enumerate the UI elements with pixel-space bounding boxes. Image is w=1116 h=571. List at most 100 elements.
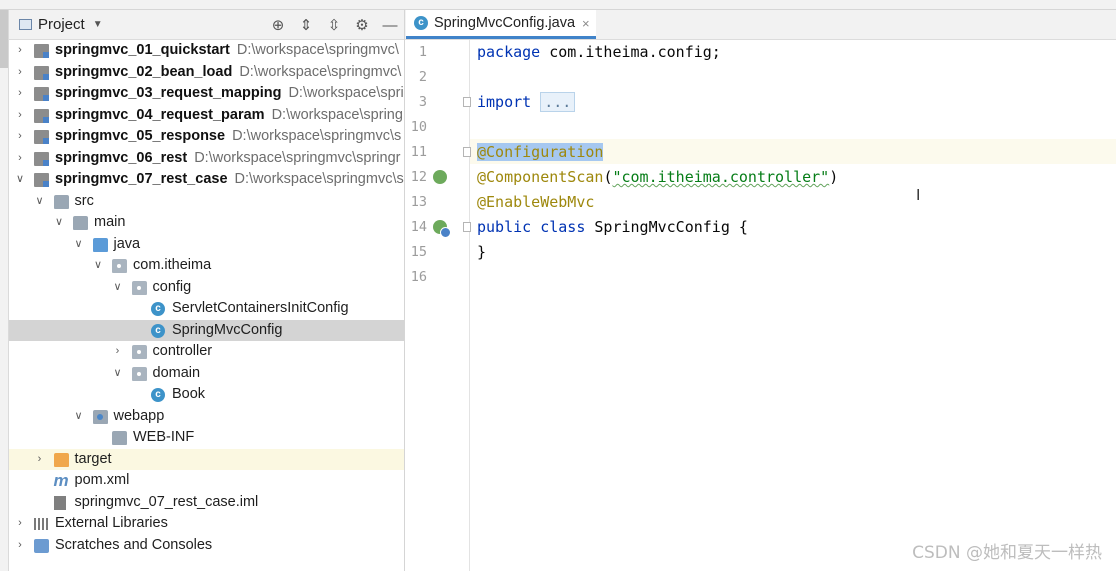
scratches-icon [34, 538, 49, 553]
tree-item-name: java [113, 235, 141, 252]
tree-item[interactable]: › controller [9, 341, 404, 363]
tree-item-label: springmvc_06_rest D:\workspace\springmvc\… [55, 148, 400, 170]
tree-item[interactable]: ∨ webapp [9, 406, 404, 428]
folder-icon [73, 216, 88, 230]
line-number: 15 [410, 244, 427, 260]
project-header-toolbar: ⊕ ⇕ ⇳ ⚙ — [264, 15, 404, 35]
spring-bean-scan-icon[interactable] [433, 170, 447, 184]
tree-item-label: pom.xml [75, 470, 130, 492]
tree-item-label: springmvc_07_rest_case.iml [75, 492, 259, 514]
module-icon [34, 108, 49, 123]
tree-item[interactable]: › springmvc_06_rest D:\workspace\springmvc… [9, 148, 404, 170]
class-declaration: SpringMvcConfig { [585, 218, 748, 236]
tree-item[interactable]: ∨ config [9, 277, 404, 299]
tree-item[interactable]: ∨ main [9, 212, 404, 234]
spring-bean-icon[interactable] [433, 220, 451, 238]
chevron-down-icon[interactable]: ∨ [112, 277, 124, 299]
chevron-down-icon[interactable]: ∨ [92, 255, 104, 277]
module-icon [34, 44, 49, 58]
tree-item-label: springmvc_01_quickstart D:\workspace\spri… [55, 40, 399, 62]
tree-item[interactable]: m pom.xml [9, 470, 404, 492]
fold-marker-icon[interactable] [463, 97, 471, 107]
chevron-down-icon: ▼ [92, 19, 103, 30]
expand-all-icon[interactable]: ⇕ [292, 15, 320, 35]
tree-item[interactable]: c Book [9, 384, 404, 406]
chevron-right-icon[interactable]: › [14, 40, 26, 62]
project-tree: › springmvc_01_quickstart D:\workspace\spr… [9, 40, 404, 556]
chevron-right-icon[interactable]: › [14, 62, 26, 84]
tree-item[interactable]: ∨ src [9, 191, 404, 213]
chevron-down-icon[interactable]: ∨ [53, 212, 65, 234]
tree-item[interactable]: › springmvc_05_response D:\workspace\sprin… [9, 126, 404, 148]
fold-marker-icon[interactable] [463, 222, 471, 232]
tree-item[interactable]: WEB-INF [9, 427, 404, 449]
folded-imports[interactable]: ... [540, 92, 576, 112]
tree-item-label: config [153, 277, 192, 299]
chevron-right-icon[interactable]: › [14, 535, 26, 557]
tree-item-name: springmvc_07_rest_case.iml [74, 493, 259, 510]
closing-brace: } [477, 243, 487, 261]
editor-gutter: 1 2 3 10 11 12 13 14 15 16 [405, 40, 471, 571]
tree-item[interactable]: › External Libraries [9, 513, 404, 535]
tree-item-label: main [94, 212, 125, 234]
tree-item[interactable]: › springmvc_04_request_param D:\workspace\… [9, 105, 404, 127]
tree-item-name: WEB-INF [133, 429, 195, 445]
line-number: 10 [410, 119, 427, 135]
collapse-all-icon[interactable]: ⇳ [320, 15, 348, 35]
tree-item[interactable]: ∨ com.itheima [9, 255, 404, 277]
project-view-icon [19, 19, 32, 30]
locate-icon[interactable]: ⊕ [264, 15, 292, 35]
chevron-down-icon[interactable]: ∨ [112, 363, 124, 385]
keyword: public [477, 218, 532, 236]
chevron-right-icon[interactable]: › [14, 513, 26, 535]
string-literal: "com.itheima.controller" [612, 168, 830, 186]
editor-tab-springmvcconfig[interactable]: c SpringMvcConfig.java × [406, 10, 596, 39]
settings-icon[interactable]: ⚙ [348, 15, 376, 35]
tree-item[interactable]: ∨ domain [9, 363, 404, 385]
package-icon [112, 259, 127, 273]
chevron-down-icon[interactable]: ∨ [73, 406, 85, 428]
chevron-right-icon[interactable]: › [14, 105, 26, 127]
hide-icon[interactable]: — [376, 15, 404, 35]
project-view-selector[interactable]: Project ▼ [19, 16, 103, 33]
tree-item[interactable]: c SpringMvcConfig [9, 319, 404, 341]
chevron-down-icon[interactable]: ∨ [73, 234, 85, 256]
close-tab-icon[interactable]: × [582, 16, 590, 31]
chevron-down-icon[interactable]: ∨ [34, 191, 46, 213]
maven-icon: m [53, 471, 69, 490]
tree-item-name: domain [152, 364, 201, 381]
project-panel-title: Project [38, 16, 85, 33]
tree-item-name: controller [152, 343, 213, 359]
chevron-right-icon[interactable]: › [34, 449, 46, 471]
code-line-12: @ComponentScan("com.itheima.controller") [477, 165, 838, 190]
tree-item[interactable]: ∨ springmvc_07_rest_case D:\workspace\spri… [9, 169, 404, 191]
tree-item-label: springmvc_02_bean_load D:\workspace\sprin… [55, 62, 401, 84]
chevron-right-icon[interactable]: › [14, 148, 26, 170]
chevron-down-icon[interactable]: ∨ [14, 169, 26, 191]
keyword: import [477, 93, 532, 111]
tree-item[interactable]: c ServletContainersInitConfig [9, 298, 404, 320]
tree-item[interactable]: › springmvc_03_request_mapping D:\workspac… [9, 83, 404, 105]
tree-item[interactable]: › springmvc_01_quickstart D:\workspace\spr… [9, 40, 404, 62]
tree-item-path: D:\workspace\springmvc\springr [194, 149, 401, 166]
tree-item[interactable]: › target [9, 448, 404, 471]
tree-item-label: com.itheima [133, 255, 211, 277]
chevron-right-icon[interactable]: › [14, 126, 26, 148]
java-class-icon: c [151, 388, 165, 402]
chevron-right-icon[interactable]: › [14, 83, 26, 105]
project-panel: Project ▼ ⊕ ⇕ ⇳ ⚙ — › springmvc_01_quicks… [9, 10, 405, 571]
tree-item-label: controller [153, 341, 213, 363]
tree-item-name: ServletContainersInitConfig [172, 300, 349, 316]
chevron-right-icon[interactable]: › [112, 341, 124, 363]
tree-item-label: java [114, 234, 141, 256]
watermark: CSDN @她和夏天一样热 [912, 543, 1102, 563]
tree-item-label: springmvc_07_rest_case D:\workspace\sprin… [55, 169, 404, 191]
libraries-icon [34, 517, 49, 531]
project-tool-tab[interactable] [0, 10, 8, 68]
fold-marker-icon[interactable] [463, 147, 471, 157]
tree-item[interactable]: › springmvc_02_bean_load D:\workspace\spri… [9, 62, 404, 84]
tree-item[interactable]: springmvc_07_rest_case.iml [9, 492, 404, 514]
tree-item[interactable]: › Scratches and Consoles [9, 535, 404, 557]
keyword: package [477, 43, 541, 61]
tree-item[interactable]: ∨ java [9, 234, 404, 256]
